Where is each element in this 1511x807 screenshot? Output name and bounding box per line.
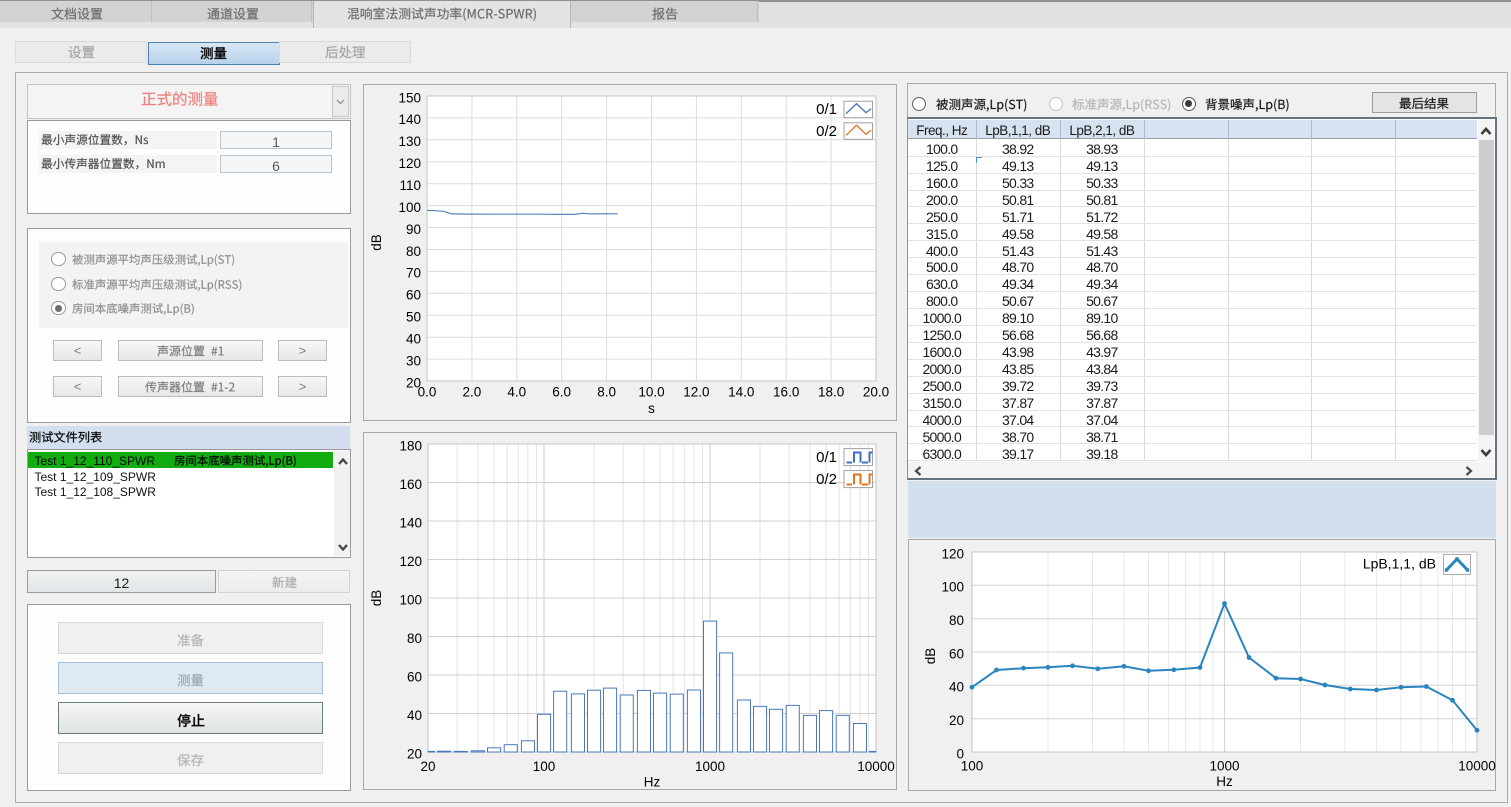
- svg-text:70: 70: [406, 266, 421, 281]
- svg-text:18.0: 18.0: [818, 385, 844, 400]
- svg-text:120: 120: [398, 156, 421, 171]
- svg-text:30: 30: [406, 353, 421, 368]
- svg-text:80: 80: [406, 244, 421, 259]
- svg-text:1000: 1000: [1209, 759, 1239, 774]
- svg-text:dB: dB: [369, 590, 384, 607]
- svg-text:40: 40: [407, 708, 422, 723]
- svg-text:Hz: Hz: [1216, 774, 1233, 789]
- svg-text:8.0: 8.0: [597, 385, 616, 400]
- svg-text:60: 60: [407, 669, 422, 684]
- svg-text:2.0: 2.0: [463, 385, 482, 400]
- svg-text:4.0: 4.0: [507, 385, 526, 400]
- svg-text:20: 20: [949, 713, 964, 728]
- svg-text:0/1: 0/1: [816, 101, 837, 118]
- svg-text:110: 110: [399, 178, 421, 193]
- svg-text:0/1: 0/1: [816, 449, 837, 466]
- svg-text:130: 130: [398, 134, 421, 149]
- svg-text:20.0: 20.0: [863, 385, 889, 400]
- svg-text:14.0: 14.0: [728, 385, 754, 400]
- svg-text:dB: dB: [923, 648, 938, 665]
- svg-text:10000: 10000: [857, 759, 895, 774]
- svg-text:150: 150: [398, 90, 421, 105]
- svg-text:90: 90: [406, 222, 421, 237]
- svg-text:140: 140: [399, 515, 422, 530]
- svg-text:Hz: Hz: [644, 775, 661, 790]
- svg-text:60: 60: [949, 646, 964, 661]
- svg-text:40: 40: [406, 332, 421, 347]
- svg-text:1000: 1000: [695, 759, 725, 774]
- svg-text:80: 80: [949, 613, 964, 628]
- svg-text:16.0: 16.0: [773, 385, 799, 400]
- svg-text:0/2: 0/2: [816, 471, 837, 488]
- svg-text:160: 160: [399, 477, 422, 492]
- svg-text:120: 120: [941, 546, 964, 561]
- svg-text:50: 50: [406, 310, 421, 325]
- svg-text:0.0: 0.0: [418, 385, 437, 400]
- svg-text:6.0: 6.0: [552, 385, 571, 400]
- svg-text:20: 20: [420, 759, 435, 774]
- svg-text:12.0: 12.0: [683, 385, 709, 400]
- svg-text:LpB,1,1, dB: LpB,1,1, dB: [1363, 556, 1436, 572]
- svg-text:80: 80: [407, 631, 422, 646]
- svg-text:100: 100: [533, 759, 556, 774]
- svg-text:100: 100: [399, 592, 422, 607]
- svg-text:0/2: 0/2: [816, 123, 837, 140]
- svg-text:10000: 10000: [1458, 759, 1496, 774]
- svg-text:120: 120: [399, 554, 422, 569]
- svg-text:100: 100: [398, 200, 421, 215]
- svg-text:s: s: [648, 401, 655, 416]
- svg-text:60: 60: [406, 288, 421, 303]
- svg-text:10.0: 10.0: [638, 385, 664, 400]
- svg-text:140: 140: [398, 112, 421, 127]
- svg-text:dB: dB: [369, 234, 384, 251]
- svg-text:180: 180: [399, 438, 422, 453]
- svg-text:40: 40: [949, 680, 964, 695]
- svg-text:100: 100: [941, 580, 964, 595]
- svg-text:100: 100: [961, 759, 984, 774]
